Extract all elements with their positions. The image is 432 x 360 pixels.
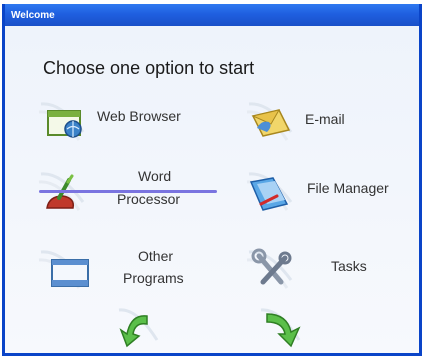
window-content: Choose one option to start Web Browser E…	[5, 26, 419, 353]
option-other-programs[interactable]: Other Programs	[35, 246, 217, 298]
option-label-line1: Other	[138, 248, 174, 264]
option-tasks[interactable]: Tasks	[243, 246, 413, 298]
arrow-forward-icon[interactable]	[255, 304, 307, 350]
focus-underline	[39, 190, 217, 193]
option-label: File Manager	[307, 180, 389, 196]
word-processor-icon	[46, 174, 75, 209]
file-manager-icon	[249, 177, 289, 211]
page-heading: Choose one option to start	[43, 58, 255, 78]
option-label: Web Browser	[97, 108, 181, 124]
arrow-back-icon[interactable]	[113, 304, 161, 350]
option-e-mail[interactable]: E-mail	[243, 98, 413, 142]
envelope-icon	[251, 109, 291, 137]
option-label: Tasks	[331, 258, 367, 274]
option-web-browser[interactable]: Web Browser	[35, 98, 205, 142]
browser-window-icon	[47, 110, 82, 138]
option-label-line2: Programs	[123, 270, 184, 286]
option-file-manager[interactable]: File Manager	[243, 168, 415, 218]
option-label-line1: Word	[138, 168, 172, 184]
option-word-processor[interactable]: Word Processor	[35, 168, 217, 218]
welcome-window: Welcome Choose one option to start Web B…	[2, 4, 422, 356]
option-label: E-mail	[305, 111, 345, 127]
other-programs-window-icon	[51, 259, 89, 287]
window-title: Welcome	[11, 10, 55, 21]
tools-wrench-icon	[251, 248, 292, 285]
title-bar: Welcome	[5, 4, 419, 26]
